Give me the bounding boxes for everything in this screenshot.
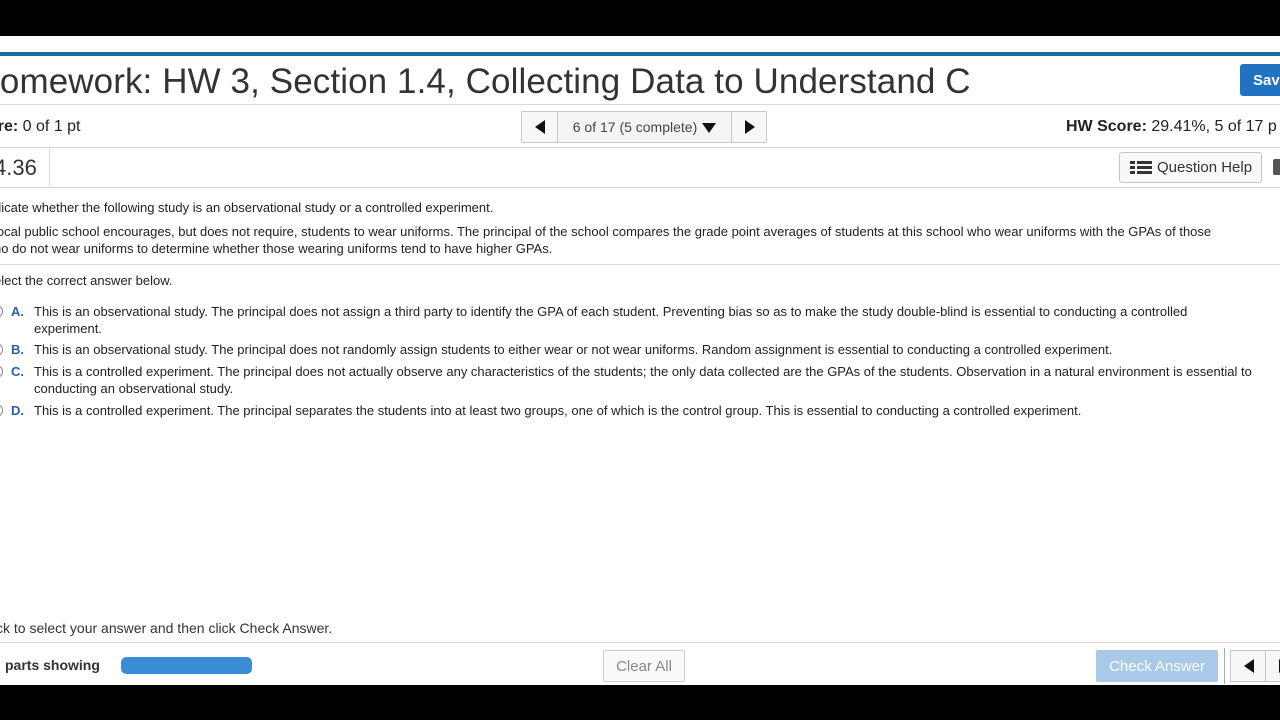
top-accent-bar bbox=[0, 52, 1280, 56]
question-score: ore: 0 of 1 pt bbox=[0, 118, 81, 136]
parts-progress-fill bbox=[121, 657, 252, 674]
question-stem: local public school encourages, but does… bbox=[0, 223, 1274, 257]
arrow-left-icon bbox=[535, 120, 545, 134]
choice-text: This is a controlled experiment. The pri… bbox=[34, 403, 1082, 418]
choice-text: This is an observational study. The prin… bbox=[34, 304, 1188, 336]
choice-letter: D. bbox=[11, 403, 24, 418]
choice-text: This is a controlled experiment. The pri… bbox=[34, 364, 1252, 396]
previous-question-button[interactable] bbox=[521, 111, 558, 143]
select-prompt: elect the correct answer below. bbox=[0, 273, 173, 288]
divider bbox=[1224, 648, 1225, 684]
question-help-button[interactable]: Question Help bbox=[1119, 152, 1262, 183]
page-title: lomework: HW 3, Section 1.4, Collecting … bbox=[0, 62, 971, 101]
divider bbox=[0, 147, 1280, 148]
next-question-button[interactable] bbox=[731, 111, 767, 143]
question-instruction: dicate whether the following study is an… bbox=[0, 200, 494, 215]
choice-letter: B. bbox=[11, 342, 24, 357]
homework-window: lomework: HW 3, Section 1.4, Collecting … bbox=[0, 36, 1280, 685]
hw-score-value: 29.41%, 5 of 17 p bbox=[1146, 118, 1277, 135]
arrow-left-icon bbox=[1244, 659, 1254, 673]
arrow-right-icon bbox=[745, 120, 755, 134]
save-button[interactable]: Save bbox=[1240, 64, 1280, 96]
previous-question-button[interactable] bbox=[1230, 650, 1266, 682]
question-selector-dropdown[interactable]: 6 of 17 (5 complete) bbox=[557, 111, 732, 143]
choice-letter: C. bbox=[11, 364, 24, 379]
next-question-button[interactable] bbox=[1265, 650, 1280, 682]
parts-progress-bar bbox=[121, 657, 252, 674]
parts-showing-label: parts showing bbox=[5, 657, 100, 673]
radio-button[interactable] bbox=[0, 365, 3, 378]
clear-all-button[interactable]: Clear All bbox=[603, 650, 685, 682]
gear-icon[interactable] bbox=[1273, 159, 1280, 175]
divider bbox=[0, 104, 1280, 105]
score-value: 0 of 1 pt bbox=[18, 118, 81, 135]
hw-score-label: HW Score: bbox=[1066, 118, 1147, 135]
hw-score: HW Score: 29.41%, 5 of 17 p bbox=[1066, 118, 1277, 136]
choice-letter: A. bbox=[11, 304, 24, 319]
radio-button[interactable] bbox=[0, 404, 3, 417]
footer-instruction: ck to select your answer and then click … bbox=[0, 620, 333, 636]
check-answer-button[interactable]: Check Answer bbox=[1096, 650, 1218, 682]
divider bbox=[0, 187, 1280, 188]
radio-button[interactable] bbox=[0, 343, 3, 356]
question-position: 6 of 17 (5 complete) bbox=[572, 119, 698, 135]
divider bbox=[49, 148, 50, 186]
list-icon bbox=[1130, 160, 1152, 175]
divider bbox=[0, 264, 1280, 265]
choice-text: This is an observational study. The prin… bbox=[34, 342, 1113, 357]
radio-button[interactable] bbox=[0, 305, 3, 318]
caret-down-icon bbox=[702, 123, 717, 133]
question-help-label: Question Help bbox=[1157, 159, 1253, 176]
question-stem-text: local public school encourages, but does… bbox=[0, 224, 1212, 256]
question-number: 4.36 bbox=[0, 155, 37, 180]
score-label: ore: bbox=[0, 118, 19, 135]
divider bbox=[0, 642, 1280, 643]
